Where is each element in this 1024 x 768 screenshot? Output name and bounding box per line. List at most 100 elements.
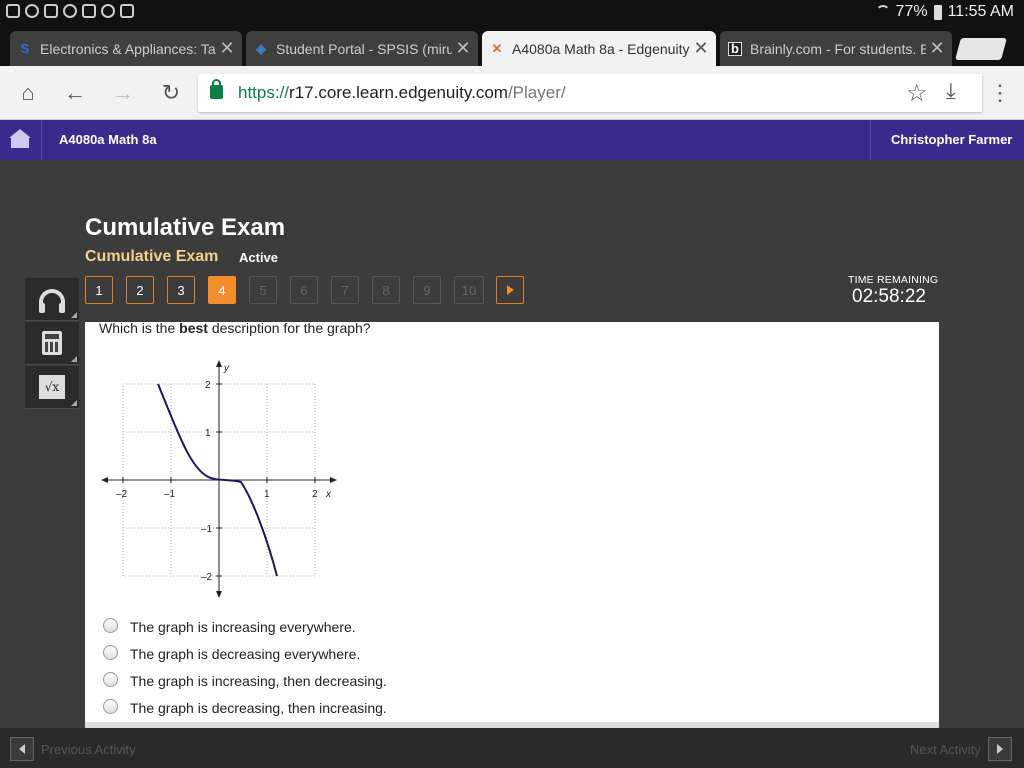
download-icon[interactable]: ⤓ [946, 78, 956, 104]
formula-tool-button[interactable]: √x [25, 366, 79, 409]
tab-title: Brainly.com - For students. B [750, 40, 926, 57]
play-arrow-icon [506, 285, 514, 295]
headphones-icon [39, 289, 65, 313]
question-button-10[interactable]: 10 [454, 276, 484, 304]
tab-title: Electronics & Appliances: Ta [40, 40, 216, 57]
course-title[interactable]: A4080a Math 8a [59, 132, 157, 147]
previous-activity-button[interactable] [10, 737, 34, 761]
question-text: Which is the best description for the gr… [99, 320, 371, 336]
tab-brainly[interactable]: b Brainly.com - For students. B ✕ [720, 31, 952, 66]
y-tick-label: –1 [201, 524, 213, 535]
calculator-icon [42, 331, 62, 355]
wifi-icon [875, 5, 890, 19]
app-header: A4080a Math 8a Christopher Farmer [0, 120, 1024, 160]
radio-button[interactable] [103, 617, 118, 633]
forward-icon[interactable]: → [108, 78, 138, 108]
previous-activity-label[interactable]: Previous Activity [41, 742, 136, 757]
chevron-right-icon [997, 744, 1003, 754]
user-menu[interactable]: Christopher Farmer [870, 120, 1024, 160]
activity-title: Cumulative Exam [85, 214, 286, 241]
tab-title: A4080a Math 8a - Edgenuity [512, 40, 690, 57]
close-icon[interactable]: ✕ [216, 38, 238, 59]
question-button-1[interactable]: 1 [85, 276, 113, 304]
formula-icon: √x [39, 375, 65, 399]
next-question-button[interactable] [496, 276, 524, 304]
wrestling-app-icon [25, 4, 39, 18]
next-activity-label[interactable]: Next Activity [910, 742, 981, 757]
answer-label: The graph is increasing, then decreasing… [130, 673, 387, 689]
chevron-left-icon [19, 744, 25, 754]
status-bar: 77% 11:55 AM [0, 0, 1024, 24]
x-tick-label: 2 [312, 489, 318, 500]
answer-option-4[interactable]: The graph is decreasing, then increasing… [103, 697, 603, 719]
y-tick-label: –2 [201, 572, 213, 583]
url-text[interactable]: https://r17.core.learn.edgenuity.com/Pla… [238, 83, 566, 103]
close-icon[interactable]: ✕ [926, 38, 948, 59]
next-activity-button[interactable] [988, 737, 1012, 761]
y-tick-label: 1 [205, 428, 211, 439]
address-bar[interactable]: https://r17.core.learn.edgenuity.com/Pla… [198, 74, 982, 112]
activity-subtitle: Cumulative Exam [85, 248, 219, 265]
question-button-7[interactable]: 7 [331, 276, 359, 304]
bookmark-star-icon[interactable]: ☆ [906, 79, 928, 108]
battery-icon [933, 4, 942, 20]
question-button-6[interactable]: 6 [290, 276, 318, 304]
audio-tool-button[interactable] [25, 278, 79, 321]
timer-label: TIME REMAINING [848, 274, 939, 286]
activity-footer: Previous Activity Next Activity [0, 728, 1024, 768]
y-tick-label: 2 [205, 380, 211, 391]
question-button-2[interactable]: 2 [126, 276, 154, 304]
battery-percent: 77% [895, 3, 928, 20]
favicon-s-icon: S [20, 41, 30, 56]
y-axis-label: y [223, 363, 230, 374]
question-panel: Which is the best description for the gr… [85, 320, 939, 728]
tab-strip: S Electronics & Appliances: Ta ✕ ◈ Stude… [0, 24, 1024, 66]
question-button-9[interactable]: 9 [413, 276, 441, 304]
home-icon[interactable]: ⌂ [13, 78, 43, 108]
answer-label: The graph is decreasing, then increasing… [130, 700, 387, 716]
radio-button[interactable] [103, 698, 118, 714]
activity-status: Active [239, 250, 279, 265]
flipboard-icon [82, 4, 96, 18]
instagram-icon [101, 4, 115, 18]
home-button[interactable] [0, 120, 42, 160]
question-button-8[interactable]: 8 [372, 276, 400, 304]
x-tick-label: –2 [116, 489, 128, 500]
browser-toolbar: ⌂ ← → ↻ https://r17.core.learn.edgenuity… [0, 66, 1024, 120]
x-tick-label: 1 [264, 489, 270, 500]
tab-student-portal[interactable]: ◈ Student Portal - SPSIS (miru ✕ [246, 31, 478, 66]
answer-option-3[interactable]: The graph is increasing, then decreasing… [103, 670, 603, 692]
user-name: Christopher Farmer [891, 132, 1013, 147]
tab-edgenuity[interactable]: ✕ A4080a Math 8a - Edgenuity ✕ [482, 31, 716, 66]
x-tick-label: –1 [164, 489, 176, 500]
answer-label: The graph is increasing everywhere. [130, 619, 356, 635]
tab-electronics[interactable]: S Electronics & Appliances: Ta ✕ [10, 31, 242, 66]
bag-icon [120, 4, 134, 18]
notification-icon [6, 4, 20, 18]
answer-option-1[interactable]: The graph is increasing everywhere. [103, 616, 603, 638]
question-button-5[interactable]: 5 [249, 276, 277, 304]
close-icon[interactable]: ✕ [690, 38, 712, 59]
brainly-icon: b [728, 41, 742, 56]
answer-label: The graph is decreasing everywhere. [130, 646, 361, 662]
question-button-3[interactable]: 3 [167, 276, 195, 304]
function-graph: x y –2 –1 1 2 2 1 –1 –2 [101, 360, 337, 598]
back-icon[interactable]: ← [60, 78, 90, 108]
x-axis-label: x [325, 489, 332, 500]
time-remaining: 02:58:22 [852, 286, 926, 307]
lock-icon [210, 79, 223, 99]
notification-icons [6, 4, 134, 18]
gallery-icon [44, 4, 58, 18]
clock: 11:55 AM [947, 3, 1014, 20]
question-button-4[interactable]: 4 [208, 276, 236, 304]
close-icon[interactable]: ✕ [452, 38, 474, 59]
answer-option-2[interactable]: The graph is decreasing everywhere. [103, 643, 603, 665]
radio-button[interactable] [103, 671, 118, 687]
radio-button[interactable] [103, 644, 118, 660]
overflow-menu-icon[interactable]: ⋮ [988, 78, 1012, 108]
reload-icon[interactable]: ↻ [156, 78, 186, 108]
tab-title: Student Portal - SPSIS (miru [276, 40, 452, 57]
edgenuity-x-icon: ✕ [491, 40, 503, 56]
calculator-tool-button[interactable] [25, 322, 79, 365]
new-tab-button[interactable] [955, 38, 1007, 60]
